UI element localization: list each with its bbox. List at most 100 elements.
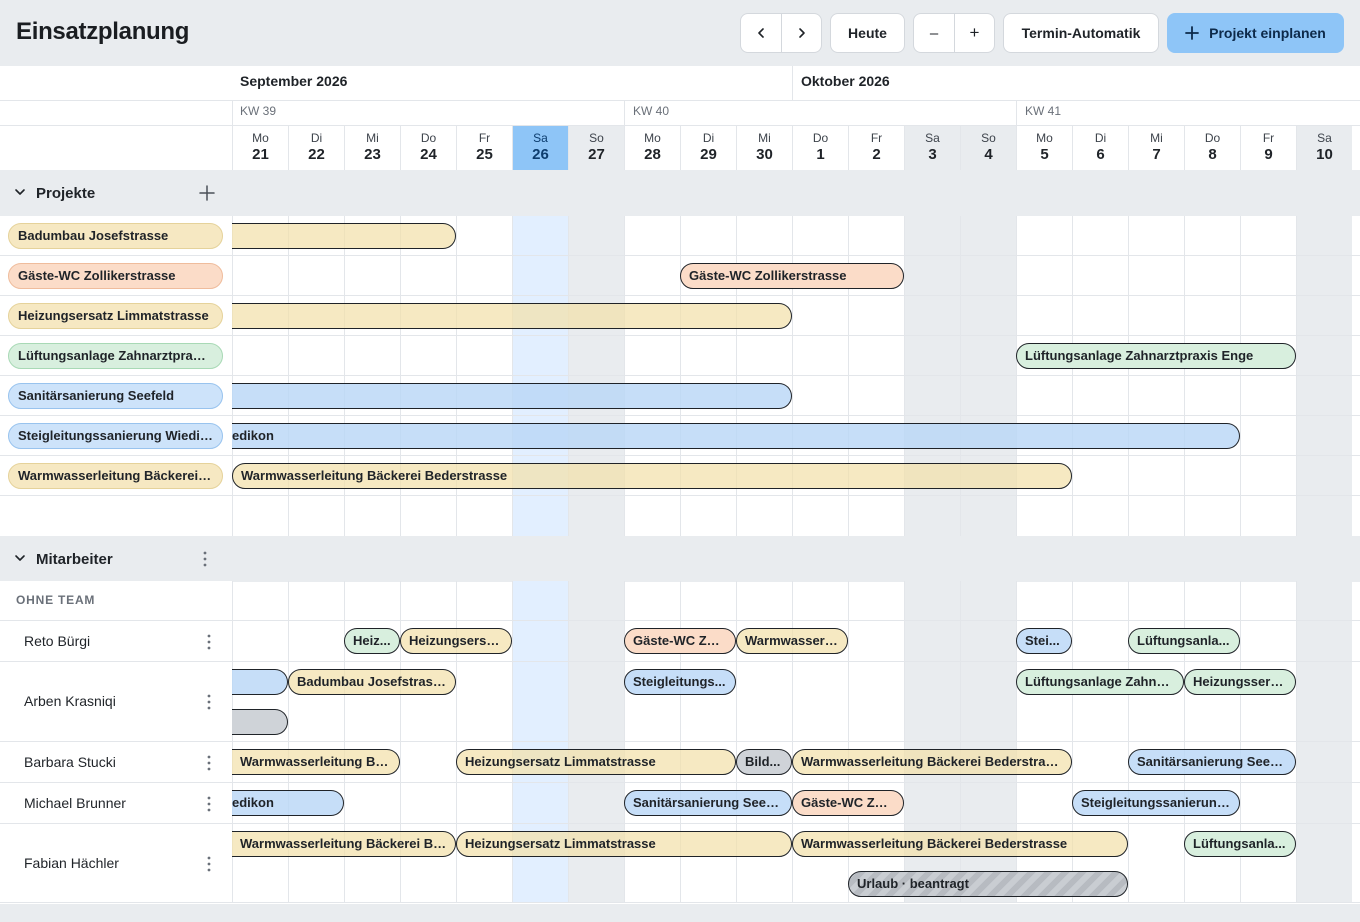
- more-vertical-icon[interactable]: [202, 633, 216, 651]
- more-vertical-icon[interactable]: [202, 795, 216, 813]
- next-button[interactable]: [781, 14, 821, 52]
- day-column[interactable]: [1296, 581, 1352, 903]
- day-number: 2: [872, 146, 881, 163]
- day-cell[interactable]: Do 1: [792, 126, 848, 170]
- assignment-bar[interactable]: Heizungsserv...: [1184, 669, 1296, 695]
- day-cell[interactable]: Mo 5: [1016, 126, 1072, 170]
- day-cell[interactable]: Mi 30: [736, 126, 792, 170]
- day-number: 22: [308, 146, 325, 163]
- auto-schedule-button[interactable]: Termin-Automatik: [1003, 13, 1159, 53]
- assignment-bar[interactable]: Urlaub · beantragt: [848, 871, 1128, 897]
- day-column[interactable]: [1184, 216, 1240, 536]
- assignment-bar[interactable]: Warmwasserleitung Bä...: [232, 749, 400, 775]
- day-number: 24: [420, 146, 437, 163]
- employee-name[interactable]: Barbara Stucki: [24, 754, 116, 770]
- assignment-bar[interactable]: Sanitärsanierung Seefeld: [624, 790, 792, 816]
- assignment-bar[interactable]: Heizungsersatz Limmatstrasse: [456, 831, 792, 857]
- day-cell[interactable]: Fr 25: [456, 126, 512, 170]
- day-column[interactable]: [1296, 216, 1352, 536]
- project-bar[interactable]: edikon: [232, 423, 1240, 449]
- day-cell[interactable]: Do 24: [400, 126, 456, 170]
- assignment-bar[interactable]: Gäste-WC Zol...: [624, 628, 736, 654]
- row-divider: [232, 823, 1360, 824]
- row-divider: [232, 741, 1360, 742]
- day-cell[interactable]: Sa 10: [1296, 126, 1352, 170]
- assignment-bar[interactable]: Warmwasserleitung Bäckerei Bederstrasse: [792, 831, 1128, 857]
- assignment-bar[interactable]: Lüftungsanla...: [1184, 831, 1296, 857]
- assignment-bar[interactable]: Sanitärsanierung Seefeld: [1128, 749, 1296, 775]
- project-bar[interactable]: Warmwasserleitung Bäckerei Bederstrasse: [232, 463, 1072, 489]
- day-cell[interactable]: Sa 3: [904, 126, 960, 170]
- day-cell[interactable]: Mo 21: [232, 126, 288, 170]
- day-cell[interactable]: Di 29: [680, 126, 736, 170]
- day-cell[interactable]: Mi 7: [1128, 126, 1184, 170]
- project-item[interactable]: Sanitärsanierung Seefeld: [8, 383, 223, 409]
- project-item[interactable]: Heizungsersatz Limmatstrasse: [8, 303, 223, 329]
- assignment-bar[interactable]: Gäste-WC Zol...: [792, 790, 904, 816]
- assignment-bar[interactable]: Steigleitungs...: [624, 669, 736, 695]
- assignment-bar[interactable]: Bild...: [736, 749, 792, 775]
- more-vertical-icon[interactable]: [202, 693, 216, 711]
- day-cell[interactable]: Di 22: [288, 126, 344, 170]
- day-column[interactable]: [1240, 216, 1296, 536]
- day-column[interactable]: [1128, 216, 1184, 536]
- project-bar[interactable]: [232, 383, 792, 409]
- assignment-bar[interactable]: Heizungsersatz Limmatstrasse: [456, 749, 736, 775]
- project-bar[interactable]: Lüftungsanlage Zahnarztpraxis Enge: [1016, 343, 1296, 369]
- day-cell[interactable]: Mo 28: [624, 126, 680, 170]
- employee-name[interactable]: Michael Brunner: [24, 795, 126, 811]
- project-bar[interactable]: Gäste-WC Zollikerstrasse: [680, 263, 904, 289]
- more-vertical-icon[interactable]: [202, 855, 216, 873]
- day-cell[interactable]: Di 6: [1072, 126, 1128, 170]
- assignment-bar[interactable]: Stei...: [1016, 628, 1072, 654]
- assignment-bar[interactable]: Heiz...: [344, 628, 400, 654]
- assignment-bar[interactable]: Badumbau Josefstrasse: [288, 669, 456, 695]
- assignment-bar[interactable]: Warmwasserl...: [736, 628, 848, 654]
- day-cell[interactable]: So 4: [960, 126, 1016, 170]
- prev-button[interactable]: [741, 14, 781, 52]
- project-item[interactable]: Warmwasserleitung Bäckerei B...: [8, 463, 223, 489]
- employee-name[interactable]: Reto Bürgi: [24, 633, 90, 649]
- today-button[interactable]: Heute: [830, 13, 905, 53]
- day-cell[interactable]: Mi 23: [344, 126, 400, 170]
- day-column[interactable]: [1072, 216, 1128, 536]
- chevron-right-icon: [798, 28, 805, 38]
- projects-section-header[interactable]: Projekte: [0, 170, 1360, 216]
- assignment-bar[interactable]: Lüftungsanla...: [1128, 628, 1240, 654]
- day-name: Do: [812, 131, 829, 145]
- assignment-bar[interactable]: Steigleitungssanierung...: [1072, 790, 1240, 816]
- assignment-bar[interactable]: edikon: [232, 790, 344, 816]
- day-cell[interactable]: Do 8: [1184, 126, 1240, 170]
- add-project-icon[interactable]: [198, 184, 216, 202]
- row-divider: [0, 782, 232, 783]
- day-number: 27: [588, 146, 605, 163]
- day-name: Fr: [870, 131, 883, 145]
- zoom-out-button[interactable]: –: [914, 14, 954, 52]
- project-item[interactable]: Lüftungsanlage Zahnarztpraxis...: [8, 343, 223, 369]
- day-number: 8: [1208, 146, 1217, 163]
- project-item[interactable]: Badumbau Josefstrasse: [8, 223, 223, 249]
- assignment-bar[interactable]: Heizungsersa...: [400, 628, 512, 654]
- day-cell[interactable]: So 27: [568, 126, 624, 170]
- assignment-bar[interactable]: Warmwasserleitung Bäckerei Bederstrasse: [792, 749, 1072, 775]
- assignment-bar[interactable]: Warmwasserleitung Bäckerei Be...: [232, 831, 456, 857]
- more-vertical-icon[interactable]: [202, 754, 216, 772]
- more-vertical-icon[interactable]: [198, 550, 212, 568]
- schedule-project-button[interactable]: Projekt einplanen: [1167, 13, 1344, 53]
- assignment-bar[interactable]: [232, 709, 288, 735]
- zoom-in-button[interactable]: +: [954, 14, 994, 52]
- assignment-bar[interactable]: [232, 669, 288, 695]
- chevron-down-icon: [15, 189, 25, 195]
- project-item[interactable]: Gäste-WC Zollikerstrasse: [8, 263, 223, 289]
- project-bar[interactable]: [232, 303, 792, 329]
- day-cell[interactable]: Sa 26: [512, 126, 568, 170]
- day-number: 7: [1152, 146, 1161, 163]
- employee-name[interactable]: Arben Krasniqi: [24, 693, 116, 709]
- assignment-bar[interactable]: Lüftungsanlage Zahnar...: [1016, 669, 1184, 695]
- project-bar[interactable]: [232, 223, 456, 249]
- employees-section-header[interactable]: Mitarbeiter: [0, 536, 1360, 582]
- day-cell[interactable]: Fr 2: [848, 126, 904, 170]
- employee-name[interactable]: Fabian Hächler: [24, 855, 119, 871]
- day-cell[interactable]: Fr 9: [1240, 126, 1296, 170]
- project-item[interactable]: Steigleitungssanierung Wiedikon: [8, 423, 223, 449]
